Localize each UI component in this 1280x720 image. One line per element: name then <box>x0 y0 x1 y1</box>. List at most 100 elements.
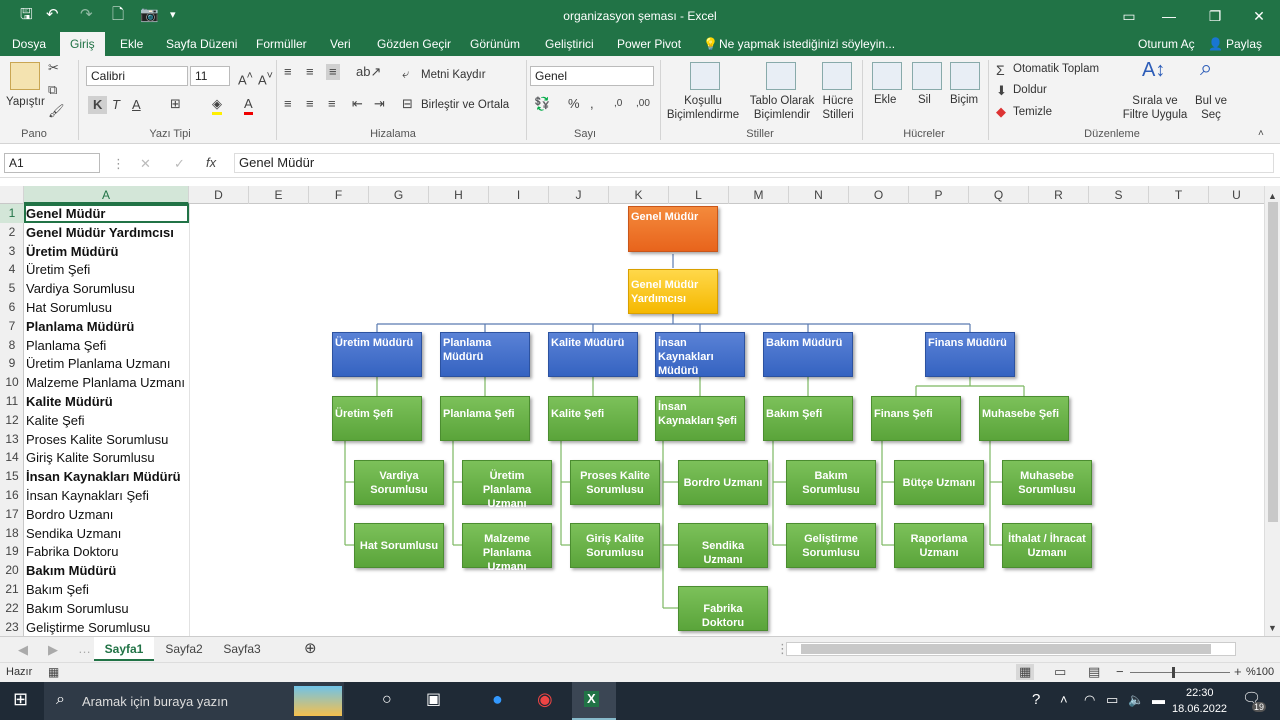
cell-styles-button[interactable]: Hücre Stilleri <box>818 94 858 122</box>
align-left-icon[interactable]: ≡ <box>284 96 292 112</box>
row-header[interactable]: 4 <box>0 260 24 279</box>
org-node-staff[interactable]: Bakım Sorumlusu <box>786 460 876 505</box>
org-node-staff[interactable]: Malzeme Planlama Uzmanı <box>462 523 552 573</box>
task-view-icon[interactable]: ▣ <box>426 692 441 708</box>
align-bottom-icon[interactable]: ≡ <box>326 64 340 80</box>
conditional-format-icon[interactable] <box>690 62 720 90</box>
org-node-staff[interactable]: İthalat / İhracat Uzmanı <box>1002 523 1092 568</box>
column-header[interactable]: T <box>1149 186 1209 204</box>
row-header[interactable]: 2 <box>0 223 24 242</box>
column-header[interactable]: D <box>189 186 249 204</box>
worksheet-grid[interactable]: Genel Müdür Genel Müdür Yardımcısı Üretim … <box>24 204 1264 636</box>
wifi-icon[interactable]: ◠ <box>1084 692 1095 708</box>
tab-power-pivot[interactable]: Power Pivot <box>617 32 681 56</box>
name-box[interactable]: A1 <box>4 153 100 173</box>
find-icon[interactable]: ⌕ <box>1200 57 1212 79</box>
normal-view-icon[interactable]: ▦ <box>1016 664 1035 680</box>
org-node-chief[interactable]: Finans Şefi <box>871 396 961 441</box>
row-header[interactable]: 5 <box>0 279 24 298</box>
org-node-staff[interactable]: Proses Kalite Sorumlusu <box>570 460 660 505</box>
increase-decimal-icon[interactable]: ,0 <box>614 96 622 112</box>
hscroll-thumb[interactable] <box>801 644 1211 654</box>
percent-icon[interactable]: % <box>568 96 580 112</box>
minimize-button[interactable]: — <box>1146 4 1192 28</box>
paste-button[interactable]: Yapıştır <box>6 96 45 108</box>
column-header[interactable]: Q <box>969 186 1029 204</box>
paste-icon[interactable] <box>10 62 40 90</box>
indent-increase-icon[interactable]: ⇥ <box>374 96 385 112</box>
page-layout-view-icon[interactable]: ▭ <box>1054 664 1066 680</box>
column-header[interactable]: A <box>24 186 189 204</box>
org-node-staff[interactable]: Giriş Kalite Sorumlusu <box>570 523 660 568</box>
select-all-corner[interactable] <box>0 186 24 204</box>
cell-styles-icon[interactable] <box>822 62 852 90</box>
row-header[interactable]: 16 <box>0 486 24 505</box>
clear-icon[interactable]: ◆ <box>996 104 1006 120</box>
org-node-manager[interactable]: İnsan Kaynakları Müdürü <box>655 332 745 377</box>
fill-button[interactable]: Doldur <box>1013 84 1047 96</box>
column-header[interactable]: S <box>1089 186 1149 204</box>
format-painter-icon[interactable]: 🖌 <box>48 103 65 119</box>
decrease-decimal-icon[interactable]: ,00 <box>636 96 650 112</box>
merge-icon[interactable]: ⊟ <box>402 96 413 112</box>
row-header[interactable]: 22 <box>0 599 24 618</box>
windows-start-icon[interactable]: ⊞ <box>13 690 28 708</box>
zoom-level[interactable]: %100 <box>1246 666 1274 678</box>
column-header[interactable]: J <box>549 186 609 204</box>
column-header[interactable]: F <box>309 186 369 204</box>
tab-home[interactable]: Giriş <box>60 32 105 56</box>
help-icon[interactable]: ? <box>1032 692 1040 708</box>
excel-taskbar-button[interactable]: X <box>572 682 616 720</box>
org-node-chief[interactable]: Muhasebe Şefi <box>979 396 1069 441</box>
vertical-scrollbar[interactable]: ▲ ▼ <box>1264 186 1280 636</box>
horizontal-scrollbar[interactable] <box>786 642 1236 656</box>
table-format-button[interactable]: Tablo Olarak Biçimlendir <box>746 94 818 122</box>
fill-color-icon[interactable]: ◈ <box>212 96 222 115</box>
org-node-manager[interactable]: Finans Müdürü <box>925 332 1015 377</box>
row-header[interactable]: 15 <box>0 467 24 486</box>
decrease-font-icon[interactable]: A˅ <box>258 68 273 88</box>
row-header[interactable]: 8 <box>0 336 24 355</box>
tab-data[interactable]: Veri <box>330 32 351 56</box>
row-header[interactable]: 14 <box>0 448 24 467</box>
sheet-tab[interactable]: Sayfa1 <box>94 637 154 661</box>
row-header[interactable]: 12 <box>0 411 24 430</box>
format-cells-button[interactable]: Biçim <box>950 94 978 106</box>
org-node-staff[interactable]: Bordro Uzmanı <box>678 460 768 505</box>
tab-formulas[interactable]: Formüller <box>256 32 307 56</box>
find-select-button[interactable]: Bul ve Seç <box>1194 94 1228 122</box>
org-node-staff[interactable]: Fabrika Doktoru <box>678 586 768 631</box>
tab-review[interactable]: Gözden Geçir <box>377 32 451 56</box>
tell-me-box[interactable]: Ne yapmak istediğinizi söyleyin... <box>719 32 895 56</box>
org-node-staff[interactable]: Raporlama Uzmanı <box>894 523 984 568</box>
org-node-staff[interactable]: Geliştirme Sorumlusu <box>786 523 876 568</box>
underline-icon[interactable]: A <box>132 97 141 113</box>
row-header[interactable]: 3 <box>0 242 24 261</box>
column-header[interactable]: I <box>489 186 549 204</box>
insert-cells-icon[interactable] <box>872 62 902 90</box>
autosum-button[interactable]: Otomatik Toplam <box>1013 63 1099 75</box>
fill-icon[interactable]: ⬇ <box>996 83 1007 99</box>
tray-up-icon[interactable]: ˄ <box>1060 692 1068 708</box>
tab-page-layout[interactable]: Sayfa Düzeni <box>166 32 237 56</box>
column-header[interactable]: L <box>669 186 729 204</box>
org-node-staff[interactable]: Muhasebe Sorumlusu <box>1002 460 1092 505</box>
zoom-thumb[interactable] <box>1172 667 1175 678</box>
column-header[interactable]: N <box>789 186 849 204</box>
org-node-manager[interactable]: Bakım Müdürü <box>763 332 853 377</box>
column-header[interactable]: H <box>429 186 489 204</box>
org-node-chief[interactable]: Kalite Şefi <box>548 396 638 441</box>
org-node-staff[interactable]: Vardiya Sorumlusu <box>354 460 444 505</box>
clock-time[interactable]: 22:30 <box>1186 687 1214 699</box>
row-header[interactable]: 21 <box>0 580 24 599</box>
org-node-manager[interactable]: Üretim Müdürü <box>332 332 422 377</box>
row-header[interactable]: 6 <box>0 298 24 317</box>
next-sheet-icon[interactable]: ▶ <box>48 642 58 658</box>
zoom-slider[interactable] <box>1130 672 1230 673</box>
enter-icon[interactable]: ✓ <box>174 156 185 172</box>
macro-record-icon[interactable]: ▦ <box>48 664 59 680</box>
taskbar-search-box[interactable]: ⌕ Aramak için buraya yazın <box>44 682 344 720</box>
wrap-text-button[interactable]: Metni Kaydır <box>421 69 486 81</box>
sheet-more-icon[interactable]: … <box>78 641 91 657</box>
font-name-select[interactable]: Calibri <box>86 66 188 86</box>
